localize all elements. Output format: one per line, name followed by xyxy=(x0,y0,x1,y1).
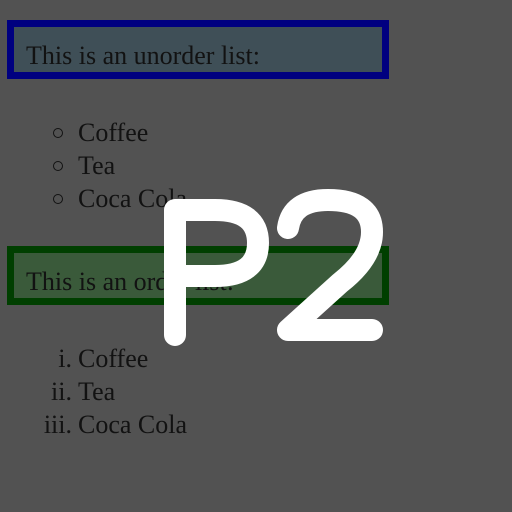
list-item-text: Tea xyxy=(78,151,116,180)
list-item: i. Coffee xyxy=(58,342,187,375)
list-item-text: Tea xyxy=(78,377,116,406)
list-item-text: Coffee xyxy=(78,344,149,373)
list-item-text: Coffee xyxy=(78,118,149,147)
list-item: ii. Tea xyxy=(51,375,187,408)
list-item: Coca Cola xyxy=(53,182,188,215)
circle-bullet-icon xyxy=(53,161,63,171)
roman-numeral-marker: i. xyxy=(58,344,72,373)
ordered-list: i. Coffee ii. Tea iii. Coca Cola xyxy=(44,342,188,441)
circle-bullet-icon xyxy=(53,194,63,204)
list-item: Coffee xyxy=(53,116,187,149)
unordered-list-heading-text: This is an unorder list: xyxy=(26,41,260,70)
roman-numeral-marker: ii. xyxy=(51,377,72,406)
list-item-text: Coca Cola xyxy=(78,184,188,213)
circle-bullet-icon xyxy=(53,128,63,138)
unordered-list: Coffee Tea Coca Cola xyxy=(53,116,188,215)
list-item-text: Coca Cola xyxy=(78,410,188,439)
list-item: iii. Coca Cola xyxy=(44,408,188,441)
ordered-list-heading: This is an order list: xyxy=(7,246,389,305)
list-item: Tea xyxy=(53,149,187,182)
unordered-list-heading: This is an unorder list: xyxy=(7,20,389,79)
roman-numeral-marker: iii. xyxy=(43,410,72,439)
ordered-list-heading-text: This is an order list: xyxy=(26,267,234,296)
